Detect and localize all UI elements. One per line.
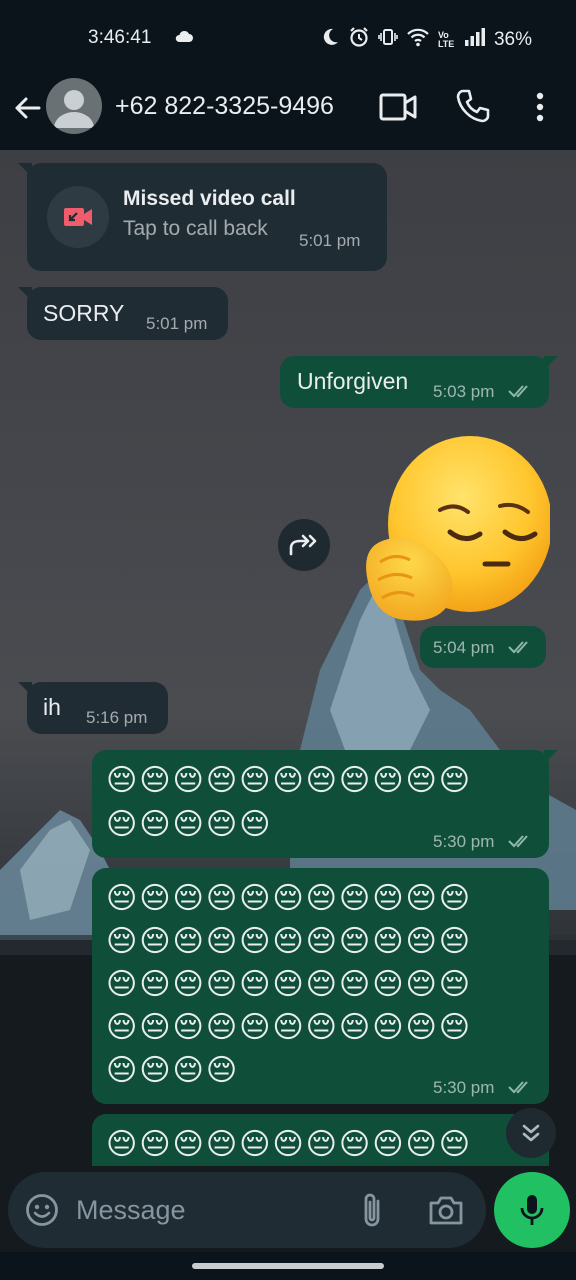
contact-name[interactable]: +62 822-3325-9496 bbox=[115, 92, 334, 121]
message-input[interactable] bbox=[76, 1190, 336, 1230]
back-button[interactable] bbox=[10, 91, 44, 125]
read-ticks-icon bbox=[508, 1081, 528, 1094]
missed-call-icon-wrap bbox=[47, 186, 109, 248]
message-text: Unforgiven bbox=[297, 368, 409, 394]
outgoing-message[interactable]: Unforgiven 5:03 pm bbox=[280, 356, 558, 408]
emoji-line: 😔😔😔😔😔😔😔😔😔😔😔 bbox=[106, 763, 473, 798]
message-time: 5:01 pm bbox=[146, 314, 208, 333]
status-bar: 3:46:41 Vo LTE 36% bbox=[0, 0, 576, 75]
bubble-tail bbox=[544, 356, 558, 370]
wifi-icon bbox=[406, 27, 430, 52]
volte-badge: Vo LTE bbox=[437, 29, 455, 49]
battery-percentage: 36% bbox=[493, 28, 532, 50]
message-text: SORRY bbox=[43, 300, 125, 326]
emoji-line: 😔😔😔😔😔 bbox=[106, 807, 273, 842]
back-arrow-icon bbox=[15, 97, 41, 119]
alarm-icon bbox=[348, 26, 370, 53]
emoji-line: 😔😔😔😔😔😔😔😔😔😔😔 bbox=[106, 924, 473, 959]
emoji-line: 😔😔😔😔😔😔😔😔😔😔😔 bbox=[106, 881, 473, 916]
forward-icon bbox=[289, 534, 317, 556]
avatar[interactable] bbox=[46, 78, 102, 134]
message-time: 5:03 pm bbox=[433, 382, 495, 401]
signal-icon bbox=[464, 28, 486, 51]
emoji-line: 😔😔😔😔 bbox=[106, 1053, 240, 1088]
scroll-to-bottom-button[interactable] bbox=[506, 1108, 556, 1158]
read-ticks-icon bbox=[508, 641, 528, 654]
more-options-button[interactable] bbox=[528, 89, 552, 125]
message-time: 5:01 pm bbox=[299, 231, 361, 250]
emoji-line: 😔😔😔😔😔😔😔😔😔😔😔 bbox=[106, 1010, 473, 1045]
missed-call-title: Missed video call bbox=[123, 187, 296, 210]
outgoing-emoji-message[interactable]: 😔😔😔😔😔😔😔😔😔😔😔 bbox=[92, 1114, 549, 1166]
missed-call-subtitle: Tap to call back bbox=[123, 217, 268, 240]
outgoing-emoji-message[interactable]: 😔😔😔😔😔😔😔😔😔😔😔 😔😔😔😔😔😔😔😔😔😔😔 😔😔😔😔😔😔😔😔😔😔😔 😔😔😔😔… bbox=[92, 868, 549, 1104]
bubble-tail bbox=[18, 287, 32, 301]
attach-button[interactable] bbox=[358, 1191, 388, 1229]
read-ticks-icon bbox=[508, 835, 528, 848]
incoming-message[interactable]: ih 5:16 pm bbox=[18, 682, 168, 734]
pensive-face-sticker[interactable] bbox=[350, 432, 552, 622]
message-time: 5:30 pm bbox=[433, 832, 495, 851]
voice-message-button[interactable] bbox=[494, 1172, 570, 1248]
voice-call-button[interactable] bbox=[455, 88, 491, 124]
status-icons: Vo LTE 36% bbox=[320, 26, 532, 53]
emoji-line: 😔😔😔😔😔😔😔😔😔😔😔 bbox=[106, 1127, 473, 1162]
outgoing-emoji-message[interactable]: 😔😔😔😔😔😔😔😔😔😔😔 😔😔😔😔😔 5:30 pm bbox=[92, 750, 558, 858]
read-ticks-icon bbox=[508, 385, 528, 398]
forward-button[interactable] bbox=[278, 519, 330, 571]
message-time: 5:30 pm bbox=[433, 1078, 495, 1097]
cloud-icon bbox=[174, 30, 194, 49]
smiley-icon bbox=[26, 1194, 58, 1226]
missed-video-call-icon bbox=[64, 208, 92, 226]
bubble-tail bbox=[18, 682, 32, 696]
bubble-tail bbox=[18, 163, 32, 177]
incoming-message[interactable]: SORRY 5:01 pm bbox=[18, 287, 228, 340]
dnd-moon-icon bbox=[320, 27, 340, 52]
bubble-tail bbox=[544, 750, 558, 764]
message-text: ih bbox=[43, 694, 61, 720]
status-time: 3:46:41 bbox=[88, 27, 152, 48]
vibrate-icon bbox=[378, 27, 398, 52]
paperclip-icon bbox=[364, 1193, 380, 1227]
sticker-time-chip: 5:04 pm bbox=[420, 626, 546, 668]
microphone-icon bbox=[520, 1195, 544, 1225]
camera-icon bbox=[429, 1196, 463, 1225]
video-call-button[interactable] bbox=[378, 89, 418, 125]
message-time: 5:04 pm bbox=[433, 638, 495, 657]
camera-button[interactable] bbox=[428, 1194, 464, 1226]
more-vert-icon bbox=[536, 92, 544, 122]
message-time: 5:16 pm bbox=[86, 708, 148, 727]
emoji-line: 😔😔😔😔😔😔😔😔😔😔😔 bbox=[106, 967, 473, 1002]
gesture-nav-pill[interactable] bbox=[192, 1263, 384, 1269]
phone-icon bbox=[456, 89, 490, 123]
double-chevron-down-icon bbox=[522, 1124, 540, 1142]
video-call-icon bbox=[379, 93, 417, 121]
message-composer bbox=[8, 1172, 486, 1248]
missed-call-bubble[interactable]: Missed video call Tap to call back 5:01 … bbox=[18, 163, 387, 271]
chat-header: +62 822-3325-9496 bbox=[0, 75, 576, 150]
emoji-button[interactable] bbox=[24, 1192, 60, 1228]
